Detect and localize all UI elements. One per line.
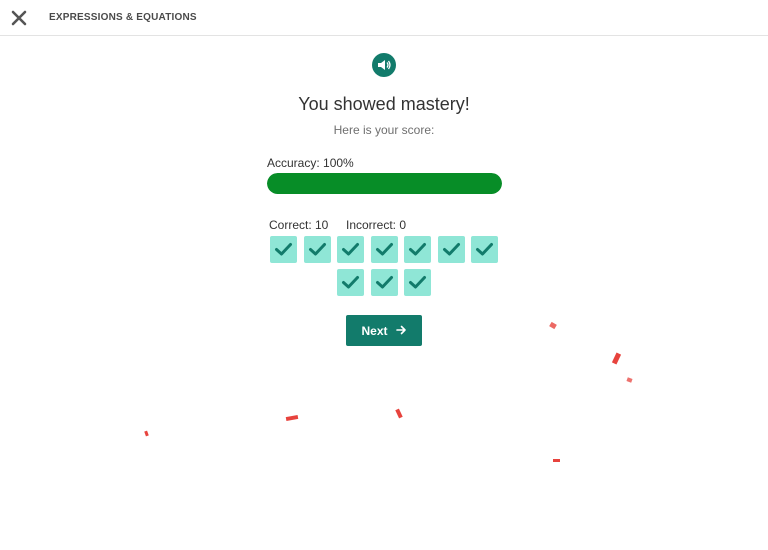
checkmark-icon <box>409 243 426 256</box>
confetti-piece <box>553 459 560 462</box>
checkmark-icon <box>308 243 326 256</box>
answer-tile <box>370 236 398 263</box>
answer-tile <box>303 236 331 263</box>
checkmark-icon <box>409 276 426 289</box>
confetti-piece <box>626 377 633 383</box>
lesson-title: EXPRESSIONS & EQUATIONS <box>49 12 197 23</box>
answer-tile <box>404 269 431 296</box>
checkmark-icon <box>442 243 460 256</box>
checkmark-icon <box>342 243 359 256</box>
audio-button[interactable] <box>372 53 396 77</box>
close-icon <box>11 10 27 26</box>
confetti-piece <box>549 321 557 330</box>
close-button[interactable] <box>10 9 28 27</box>
accuracy-label: Accuracy: 100% <box>267 156 354 170</box>
confetti-piece <box>144 430 149 437</box>
accuracy-progress-fill <box>267 173 502 194</box>
answer-tile <box>370 269 398 296</box>
checkmark-icon <box>342 276 359 289</box>
answer-tile <box>270 236 297 263</box>
answer-tile <box>437 236 465 263</box>
checkmark-icon <box>375 276 393 289</box>
checkmark-icon <box>476 243 493 256</box>
confetti-piece <box>395 408 403 419</box>
next-button[interactable]: Next <box>346 315 422 346</box>
answer-tile <box>471 236 498 263</box>
incorrect-count: Incorrect: 0 <box>346 218 407 232</box>
confetti-piece <box>285 414 299 422</box>
checkmark-icon <box>375 243 393 256</box>
correct-count: Correct: 10 <box>269 218 329 232</box>
answer-tile <box>404 236 431 263</box>
speaker-icon <box>378 60 391 70</box>
answer-tile <box>337 269 364 296</box>
next-button-label: Next <box>361 323 388 338</box>
arrow-right-icon <box>395 324 407 338</box>
confetti-piece <box>611 352 622 365</box>
checkmark-icon <box>275 243 292 256</box>
top-bar: EXPRESSIONS & EQUATIONS <box>0 0 768 36</box>
mastery-heading: You showed mastery! <box>298 94 470 114</box>
answer-tile <box>337 236 364 263</box>
accuracy-progress-bar <box>267 173 502 194</box>
score-subheading: Here is your score: <box>333 123 435 137</box>
